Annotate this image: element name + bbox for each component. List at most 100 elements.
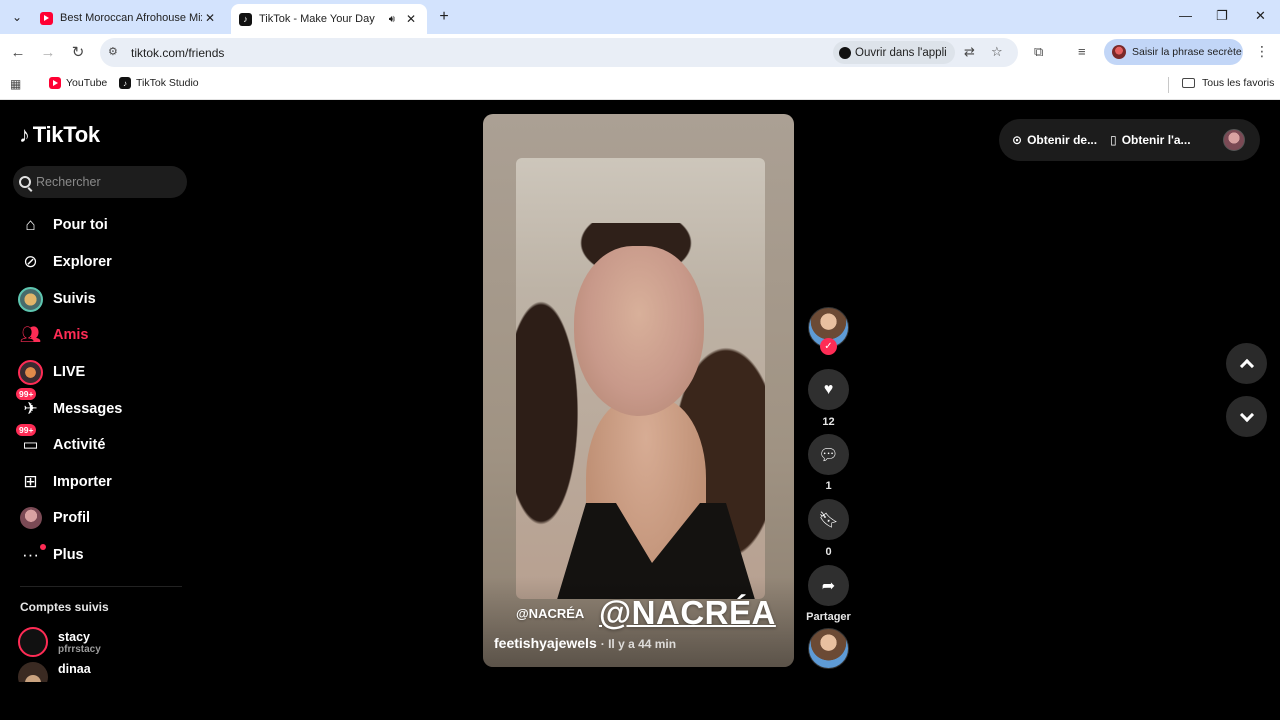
following-account-stacy[interactable]: stacy pfrrstacy bbox=[18, 627, 101, 657]
video-username[interactable]: feetishyajewels bbox=[494, 635, 597, 651]
search-input[interactable]: Rechercher bbox=[13, 166, 187, 198]
tab-youtube[interactable]: Best Moroccan Afrohouse Mix ✕ bbox=[32, 4, 226, 32]
bookmark-tiktok-studio[interactable]: ♪ TikTok Studio bbox=[119, 77, 199, 89]
share-icon: ➦ bbox=[821, 577, 836, 595]
account-avatar bbox=[18, 662, 48, 682]
nav-label: Pour toi bbox=[53, 217, 108, 233]
messages-badge: 99+ bbox=[16, 387, 37, 400]
watermark-large: @NACRÉA bbox=[599, 594, 776, 631]
new-tab-button[interactable]: + bbox=[434, 7, 454, 27]
followed-check-icon[interactable]: ✓ bbox=[820, 338, 837, 355]
sound-avatar[interactable] bbox=[808, 628, 849, 669]
upload-icon: ⊞ bbox=[23, 472, 38, 491]
site-info-icon[interactable]: ⚙ bbox=[108, 45, 118, 58]
tab-title: Best Moroccan Afrohouse Mix bbox=[60, 12, 202, 24]
friends-icon: 👥︎ bbox=[19, 325, 42, 344]
passphrase-label: Saisir la phrase secrète bbox=[1132, 46, 1242, 58]
share-button[interactable]: ➦ bbox=[808, 565, 849, 606]
profile-avatar bbox=[1112, 45, 1126, 59]
tiktok-favicon-icon: ♪ bbox=[119, 77, 131, 89]
translate-icon[interactable]: ⇄ bbox=[964, 44, 975, 60]
nav-label: Importer bbox=[53, 474, 112, 490]
video-player[interactable]: @NACRÉA @NACRÉA feetishyajewels · Il y a… bbox=[483, 114, 794, 667]
back-icon[interactable]: ← bbox=[8, 43, 28, 63]
nav-label: Explorer bbox=[53, 254, 112, 270]
account-name: stacy bbox=[58, 629, 90, 644]
save-count: 0 bbox=[825, 546, 832, 558]
all-bookmarks-folder[interactable]: Tous les favoris bbox=[1182, 77, 1274, 89]
audio-playing-icon[interactable]: 🔊︎ bbox=[389, 14, 395, 25]
coin-icon: ⊙ bbox=[1012, 133, 1023, 147]
nav-activite[interactable]: ▭ 99+ Activité bbox=[16, 423, 187, 460]
get-coins-button[interactable]: ⊙ Obtenir de... bbox=[1012, 133, 1097, 147]
nav-label: Amis bbox=[53, 327, 89, 343]
profile-avatar bbox=[17, 505, 44, 532]
account-handle: pfrrstacy bbox=[58, 643, 101, 655]
save-button[interactable]: 🔖︎ bbox=[808, 499, 849, 540]
nav-label: Activité bbox=[53, 437, 106, 453]
minimize-icon[interactable]: — bbox=[1179, 8, 1192, 23]
nav-pour-toi[interactable]: ⌂ Pour toi bbox=[17, 210, 187, 240]
nav-importer[interactable]: ⊞ Importer bbox=[17, 467, 187, 497]
nav-label: LIVE bbox=[53, 364, 86, 380]
comment-icon: 💬︎ bbox=[818, 446, 839, 464]
bookmark-star-icon[interactable]: ☆ bbox=[991, 44, 1003, 60]
top-right-actions: ⊙ Obtenir de... ▯ Obtenir l'a... bbox=[999, 119, 1260, 161]
browser-tabbar: ⌄ Best Moroccan Afrohouse Mix ✕ ♪ TikTok… bbox=[0, 0, 1280, 34]
previous-video-button[interactable] bbox=[1226, 343, 1267, 384]
browser-toolbar: ← → ↻ ⚙ tiktok.com/friends Ouvrir dans l… bbox=[0, 34, 1280, 71]
tiktok-icon bbox=[839, 46, 851, 59]
tab-tiktok[interactable]: ♪ TikTok - Make Your Day 🔊︎ ✕ bbox=[231, 4, 427, 34]
restore-icon[interactable]: ❐ bbox=[1216, 8, 1228, 24]
chevron-up-icon bbox=[1239, 358, 1254, 373]
address-bar[interactable]: ⚙ tiktok.com/friends Ouvrir dans l'appli… bbox=[100, 38, 1018, 67]
nav-messages[interactable]: ✈︎ 99+ Messages bbox=[16, 387, 187, 424]
bookmark-separator bbox=[1168, 77, 1169, 93]
tab-title: TikTok - Make Your Day bbox=[259, 13, 375, 25]
profile-avatar[interactable] bbox=[1223, 129, 1245, 151]
search-icon bbox=[19, 176, 31, 188]
watermark-small: @NACRÉA bbox=[516, 606, 585, 621]
extensions-icon[interactable]: ⧉ bbox=[1034, 44, 1043, 60]
notification-dot bbox=[40, 543, 46, 550]
nav-explorer[interactable]: ⊘ Explorer bbox=[17, 247, 187, 277]
passphrase-chip[interactable]: Saisir la phrase secrète bbox=[1104, 39, 1243, 65]
following-section-title: Comptes suivis bbox=[20, 600, 109, 614]
close-tab-icon[interactable]: ✕ bbox=[403, 12, 419, 26]
nav-suivis[interactable]: Suivis bbox=[17, 284, 187, 314]
search-placeholder: Rechercher bbox=[36, 175, 101, 189]
nav-plus[interactable]: ··· Plus bbox=[17, 540, 187, 570]
open-in-app-chip[interactable]: Ouvrir dans l'appli bbox=[833, 41, 955, 64]
media-controls-icon[interactable]: ≡ bbox=[1078, 44, 1086, 59]
chevron-down-icon bbox=[1239, 407, 1254, 422]
account-avatar bbox=[18, 627, 48, 657]
following-account-dinaa[interactable]: dinaa bbox=[18, 662, 91, 682]
close-window-icon[interactable]: ✕ bbox=[1255, 8, 1266, 24]
apps-grid-icon[interactable]: ▦ bbox=[10, 77, 21, 91]
phone-icon: ▯ bbox=[1110, 133, 1117, 147]
activity-badge: 99+ bbox=[16, 423, 37, 436]
reload-icon[interactable]: ↻ bbox=[68, 43, 88, 63]
bookmark-icon: 🔖︎ bbox=[818, 511, 839, 529]
tiktok-logo[interactable]: ♪ TikTok bbox=[19, 122, 100, 148]
open-in-app-label: Ouvrir dans l'appli bbox=[855, 46, 947, 59]
nav-label: Messages bbox=[53, 401, 123, 417]
compass-icon: ⊘ bbox=[23, 252, 38, 271]
tiktok-note-icon: ♪ bbox=[19, 122, 30, 147]
nav-profil[interactable]: Profil bbox=[17, 503, 187, 533]
next-video-button[interactable] bbox=[1226, 396, 1267, 437]
forward-icon[interactable]: → bbox=[38, 43, 58, 63]
browser-menu-icon[interactable]: ⋮ bbox=[1255, 43, 1269, 60]
nav-live[interactable]: LIVE bbox=[17, 357, 187, 387]
url-text[interactable]: tiktok.com/friends bbox=[131, 46, 224, 60]
activity-icon: ▭ 99+ bbox=[16, 423, 44, 459]
nav-label: Suivis bbox=[53, 291, 96, 307]
like-button[interactable]: ♥ bbox=[808, 369, 849, 410]
close-tab-icon[interactable]: ✕ bbox=[202, 11, 218, 25]
bookmark-youtube[interactable]: YouTube bbox=[49, 77, 107, 89]
nav-amis[interactable]: 👥︎ Amis bbox=[17, 320, 187, 350]
tab-search-chevron-icon[interactable]: ⌄ bbox=[4, 5, 30, 29]
comment-button[interactable]: 💬︎ bbox=[808, 434, 849, 475]
more-icon: ··· bbox=[17, 542, 46, 569]
get-app-button[interactable]: ▯ Obtenir l'a... bbox=[1110, 133, 1190, 147]
